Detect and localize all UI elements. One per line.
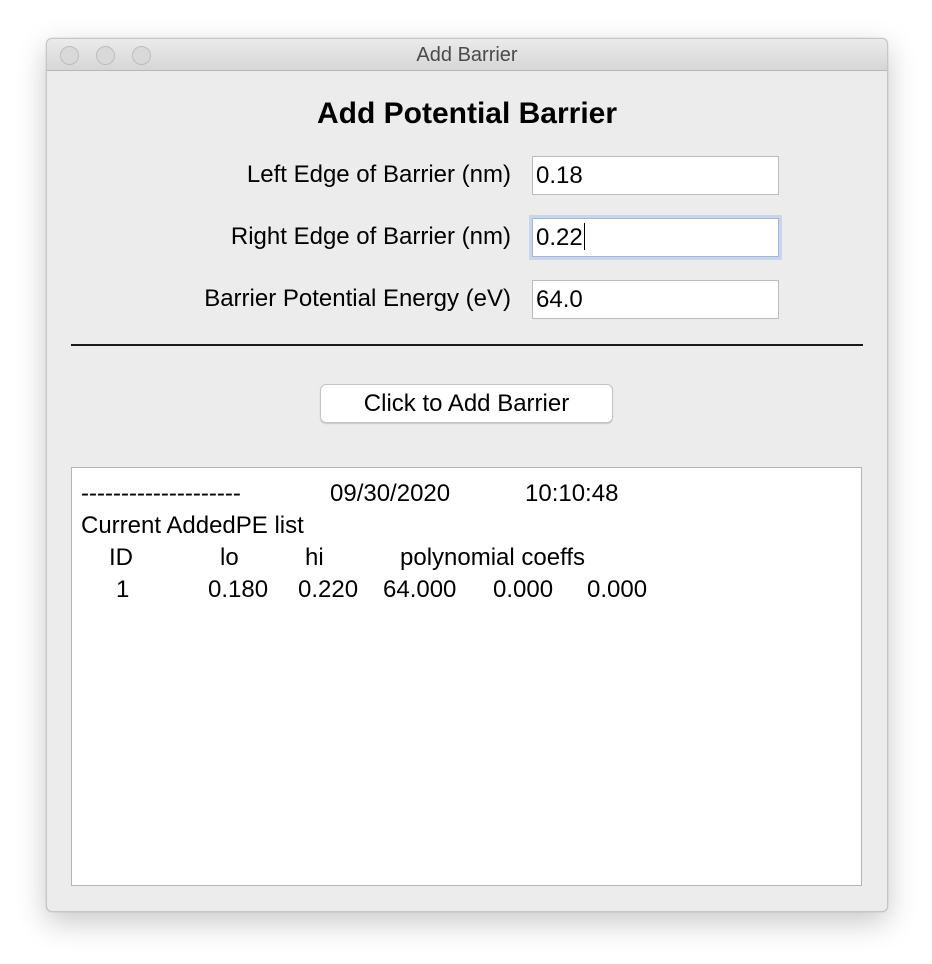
- header-coeffs: polynomial coeffs: [400, 544, 585, 571]
- row-hi: 0.220: [298, 576, 359, 603]
- log-date: 09/30/2020: [330, 480, 451, 507]
- window-title: Add Barrier: [416, 44, 518, 66]
- row-coeff-2: 0.000: [587, 576, 648, 603]
- divider: [71, 344, 863, 346]
- row-coeff-1: 0.000: [493, 576, 554, 603]
- header-hi: hi: [305, 544, 324, 571]
- text-caret: [583, 223, 585, 250]
- page-title: Add Potential Barrier: [316, 97, 618, 130]
- log-output[interactable]: -------------------- 09/30/2020 10:10:48…: [71, 467, 862, 886]
- row-lo: 0.180: [208, 576, 269, 603]
- right-edge-label: Right Edge of Barrier (nm): [230, 223, 511, 250]
- add-barrier-button[interactable]: Click to Add Barrier: [320, 384, 613, 423]
- log-list-title: Current AddedPE list: [81, 512, 304, 539]
- log-separator: --------------------: [81, 480, 241, 507]
- add-barrier-window: Add Barrier Add Potential Barrier Left E…: [46, 38, 888, 912]
- energy-label: Barrier Potential Energy (eV): [204, 285, 511, 312]
- left-edge-input[interactable]: 0.18: [532, 156, 779, 195]
- left-edge-value: 0.18: [536, 162, 583, 189]
- header-id: ID: [109, 544, 133, 571]
- log-time: 10:10:48: [525, 480, 619, 507]
- header-lo: lo: [220, 544, 239, 571]
- left-edge-label: Left Edge of Barrier (nm): [246, 161, 511, 188]
- right-edge-input[interactable]: 0.22: [532, 218, 779, 257]
- energy-input[interactable]: 64.0: [532, 280, 779, 319]
- title-bar[interactable]: Add Barrier: [47, 39, 887, 71]
- row-coeff-0: 64.000: [383, 576, 457, 603]
- row-id: 1: [116, 576, 130, 603]
- energy-value: 64.0: [536, 286, 583, 313]
- right-edge-value: 0.22: [536, 224, 583, 251]
